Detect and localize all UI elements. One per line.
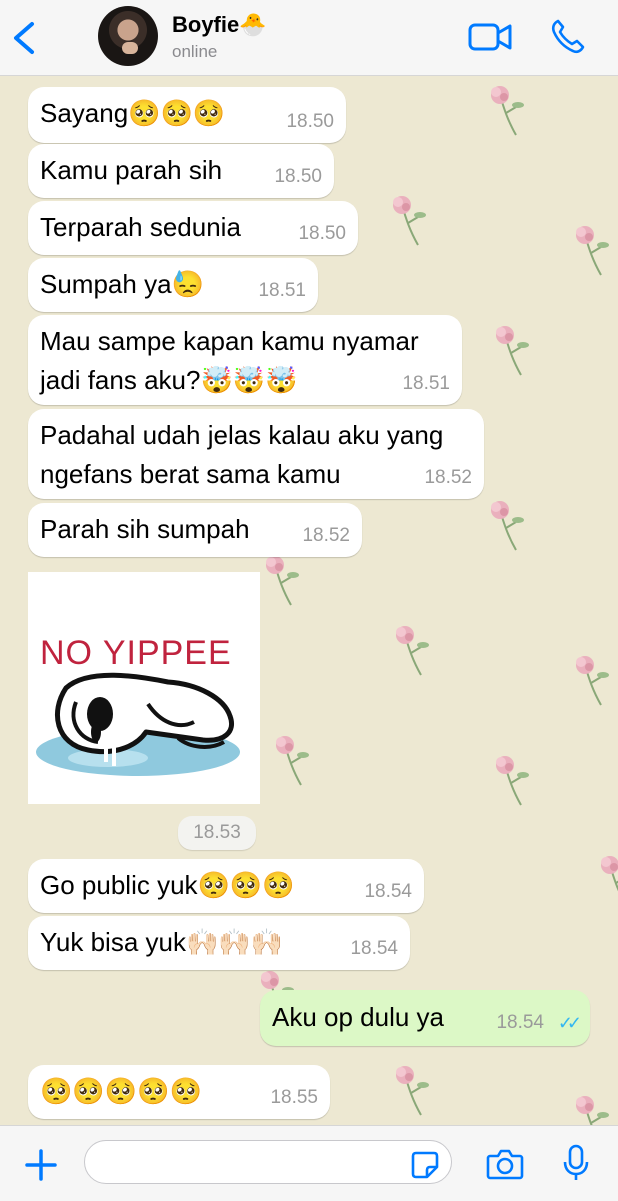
voice-message-button[interactable] xyxy=(562,1144,590,1187)
message-text: Aku op dulu ya xyxy=(272,1002,445,1032)
contact-avatar[interactable] xyxy=(98,6,158,66)
message-time: 18.54 xyxy=(364,881,412,902)
voice-call-button[interactable] xyxy=(550,18,586,59)
message-time: 18.50 xyxy=(274,166,322,187)
camera-button[interactable] xyxy=(486,1148,524,1185)
back-button[interactable] xyxy=(10,20,38,61)
message-text: Yuk bisa yuk🙌🏻🙌🏻🙌🏻 xyxy=(40,927,284,957)
message-time: 18.54 xyxy=(350,938,398,959)
message-text: Parah sih sumpah xyxy=(40,514,250,544)
sticker-icon xyxy=(411,1151,439,1179)
sticker-button[interactable] xyxy=(410,1150,440,1185)
message-text: Sayang🥺🥺🥺 xyxy=(40,98,226,128)
phone-icon xyxy=(551,19,585,54)
message-incoming[interactable]: Go public yuk🥺🥺🥺 18.54 xyxy=(28,859,424,913)
compose-bar xyxy=(0,1125,618,1201)
video-call-button[interactable] xyxy=(468,22,512,57)
message-text-line1: Padahal udah jelas kalau aku yang xyxy=(40,420,444,450)
message-time: 18.54 xyxy=(496,1012,544,1033)
message-incoming[interactable]: Parah sih sumpah 18.52 xyxy=(28,503,362,557)
message-incoming[interactable]: Yuk bisa yuk🙌🏻🙌🏻🙌🏻 18.54 xyxy=(28,916,410,970)
microphone-icon xyxy=(563,1144,589,1180)
attach-button[interactable] xyxy=(24,1148,58,1187)
message-incoming[interactable]: Sayang🥺🥺🥺 18.50 xyxy=(28,87,346,143)
message-text-line2: jadi fans aku?🤯🤯🤯 xyxy=(40,365,298,395)
message-time: 18.55 xyxy=(270,1087,318,1108)
video-camera-icon xyxy=(468,23,512,51)
message-outgoing[interactable]: Aku op dulu ya 18.54 ✓✓ xyxy=(260,990,590,1046)
message-time: 18.52 xyxy=(302,525,350,546)
chat-header: Boyfie🐣 online xyxy=(0,0,618,76)
sticker-time: 18.53 xyxy=(178,816,256,850)
message-time: 18.51 xyxy=(402,373,450,394)
message-time: 18.50 xyxy=(286,111,334,132)
message-incoming[interactable]: Terparah sedunia 18.50 xyxy=(28,201,358,255)
message-text: Sumpah ya😓 xyxy=(40,269,204,299)
message-time: 18.50 xyxy=(298,223,346,244)
message-text-line1: Mau sampe kapan kamu nyamar xyxy=(40,326,419,356)
crying-dog-sticker: NO YIPPEE xyxy=(36,634,240,776)
read-receipt-icon: ✓✓ xyxy=(557,1013,582,1033)
contact-name[interactable]: Boyfie🐣 xyxy=(172,12,267,38)
message-text: Terparah sedunia xyxy=(40,212,241,242)
message-text: Kamu parah sih xyxy=(40,155,223,185)
chevron-left-icon xyxy=(14,22,34,54)
contact-status: online xyxy=(172,42,218,61)
sticker-caption: NO YIPPEE xyxy=(40,634,232,672)
message-time: 18.51 xyxy=(258,280,306,301)
message-incoming[interactable]: Mau sampe kapan kamu nyamar jadi fans ak… xyxy=(28,315,462,405)
message-incoming[interactable]: Padahal udah jelas kalau aku yang ngefan… xyxy=(28,409,484,499)
message-incoming[interactable]: 🥺🥺🥺🥺🥺 18.55 xyxy=(28,1065,330,1119)
message-time: 18.52 xyxy=(424,467,472,488)
plus-icon xyxy=(25,1149,57,1181)
message-text: 🥺🥺🥺🥺🥺 xyxy=(40,1076,202,1106)
message-incoming[interactable]: Sumpah ya😓 18.51 xyxy=(28,258,318,312)
message-incoming[interactable]: Kamu parah sih 18.50 xyxy=(28,144,334,198)
sticker-message[interactable]: NO YIPPEE xyxy=(28,572,260,804)
message-text-line2: ngefans berat sama kamu xyxy=(40,459,341,489)
camera-icon xyxy=(486,1149,524,1180)
message-text: Go public yuk🥺🥺🥺 xyxy=(40,870,295,900)
message-input[interactable] xyxy=(84,1140,452,1184)
